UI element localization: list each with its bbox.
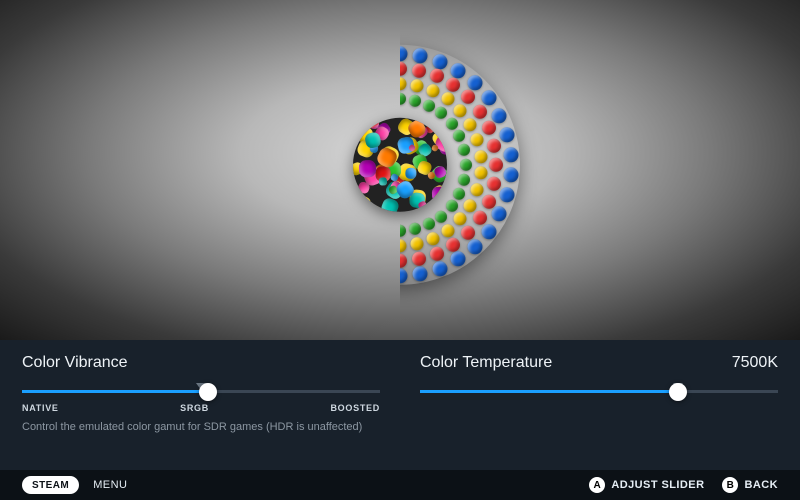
temperature-value: 7500K xyxy=(732,354,778,372)
vibrance-min-label: NATIVE xyxy=(22,403,59,413)
a-button-icon: A xyxy=(589,477,605,493)
temperature-slider-thumb[interactable] xyxy=(669,383,687,401)
vibrance-slider-thumb[interactable] xyxy=(199,383,217,401)
vibrance-title: Color Vibrance xyxy=(22,354,128,372)
footer-bar: STEAM MENU A ADJUST SLIDER B BACK xyxy=(0,470,800,500)
b-button-icon: B xyxy=(722,477,738,493)
temperature-slider[interactable] xyxy=(420,390,778,393)
temperature-control: Color Temperature 7500K xyxy=(420,354,778,470)
adjust-slider-label: ADJUST SLIDER xyxy=(611,479,704,491)
adjust-slider-hint: A ADJUST SLIDER xyxy=(589,477,704,493)
settings-panel: Color Vibrance NATIVE SRGB BOOSTED Contr… xyxy=(0,340,800,470)
steam-button[interactable]: STEAM xyxy=(22,476,79,494)
vibrance-description: Control the emulated color gamut for SDR… xyxy=(22,421,380,433)
candy-graphic xyxy=(270,35,530,295)
temperature-title: Color Temperature xyxy=(420,354,552,372)
preview-image xyxy=(0,0,800,340)
vibrance-max-label: BOOSTED xyxy=(330,403,380,413)
menu-label[interactable]: MENU xyxy=(93,479,127,491)
vibrance-control: Color Vibrance NATIVE SRGB BOOSTED Contr… xyxy=(22,354,380,470)
vibrance-scale-labels: NATIVE SRGB BOOSTED xyxy=(22,403,380,413)
back-label: BACK xyxy=(744,479,778,491)
vibrance-mid-label: SRGB xyxy=(180,403,209,413)
back-hint: B BACK xyxy=(722,477,778,493)
display-calibration-screen: Color Vibrance NATIVE SRGB BOOSTED Contr… xyxy=(0,0,800,500)
vibrance-slider[interactable] xyxy=(22,390,380,393)
